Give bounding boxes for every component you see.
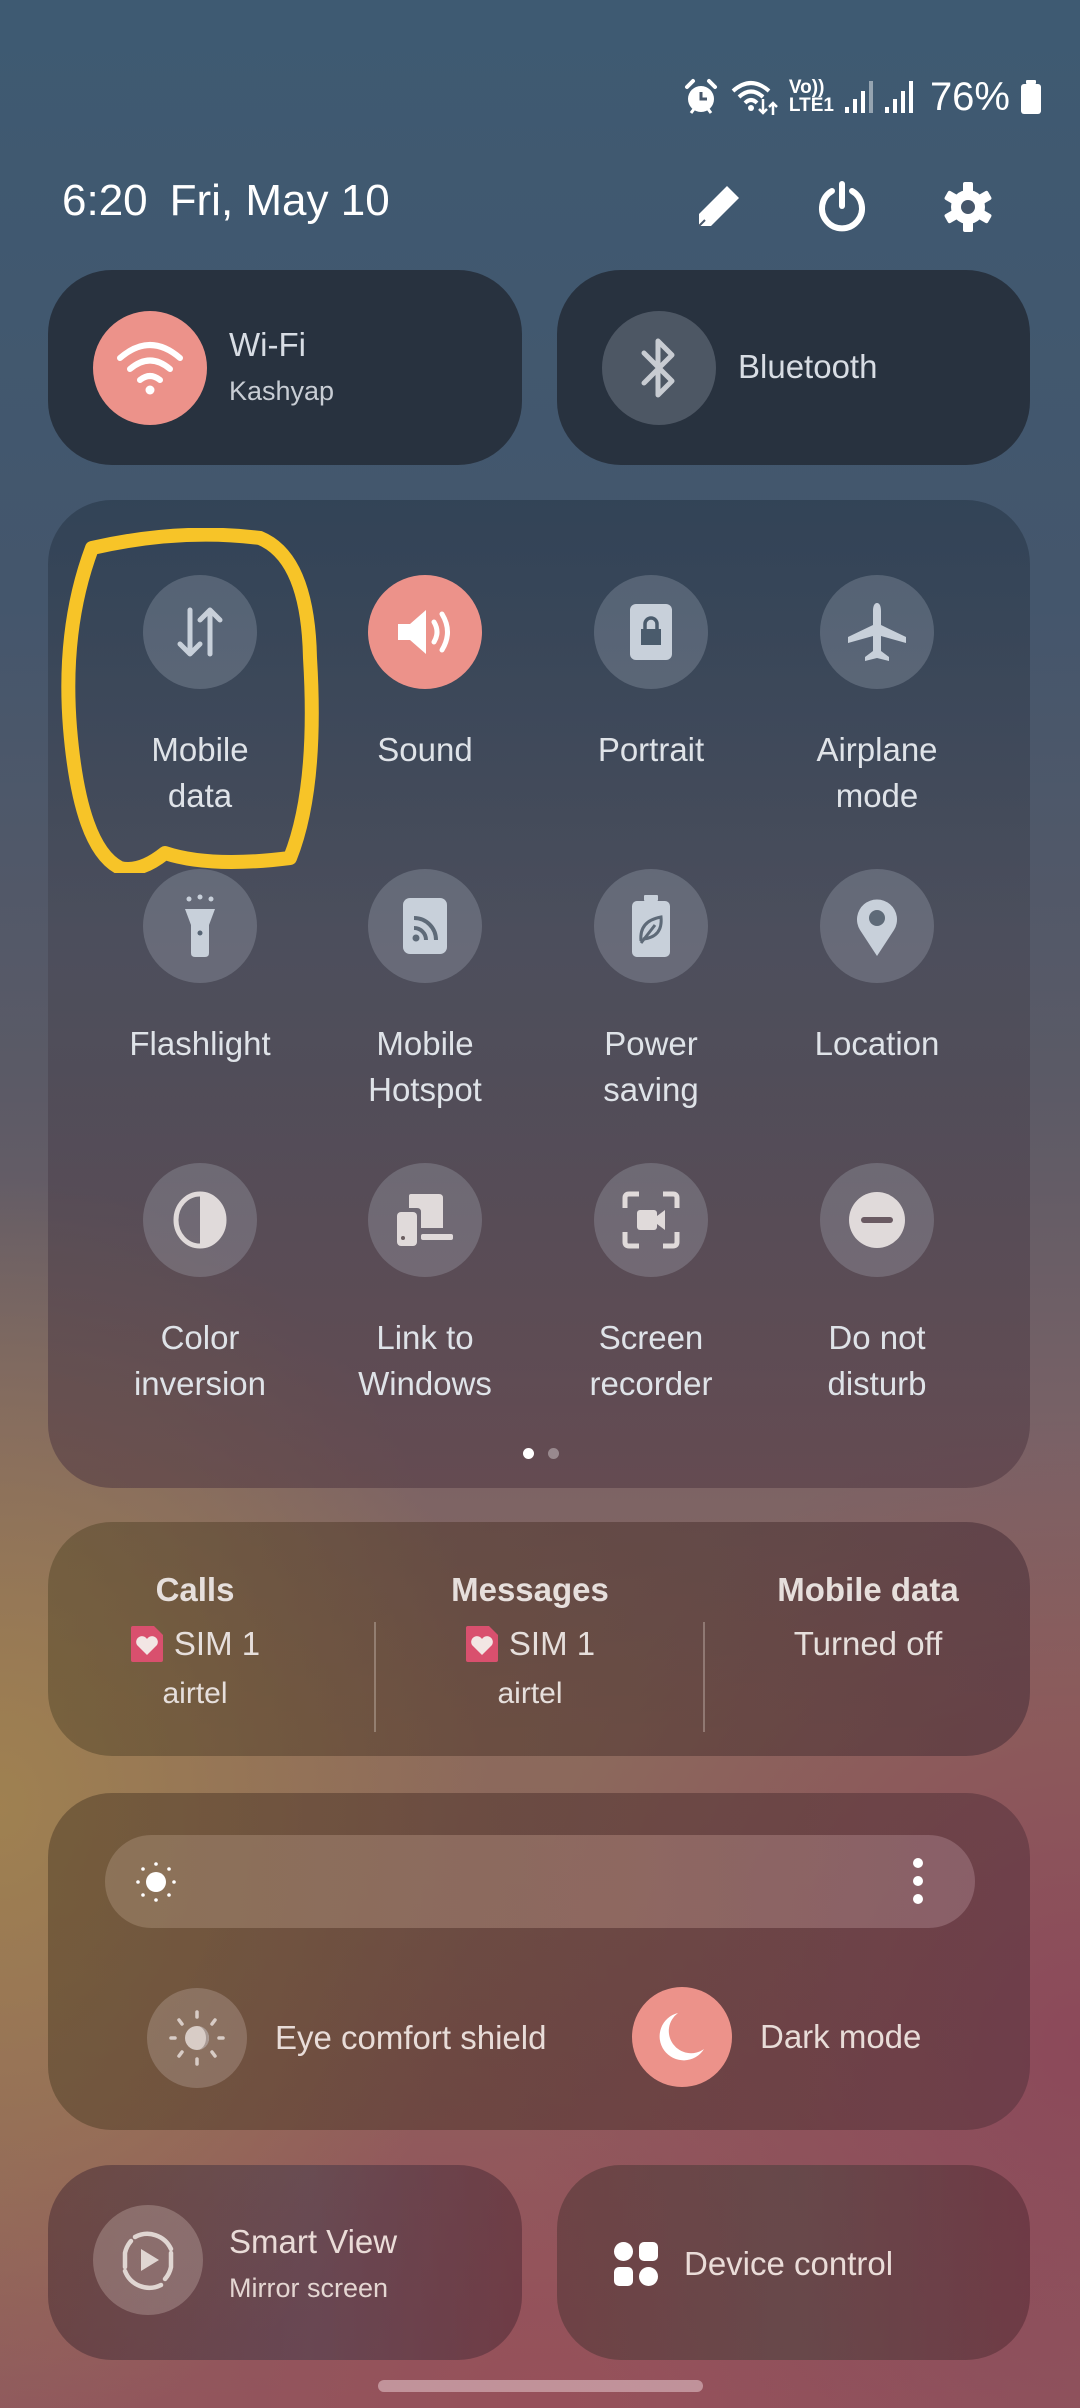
bluetooth-title: Bluetooth [738, 348, 878, 385]
annotation-highlight [61, 528, 319, 873]
hotspot-icon [403, 898, 447, 954]
edit-button[interactable] [688, 177, 748, 237]
sim-messages[interactable]: Messages SIM 1 airtel [380, 1570, 680, 1712]
signal-sim1-icon [844, 81, 873, 113]
sim-manager-card[interactable]: Calls SIM 1 airtel Messages SIM 1 airtel… [48, 1522, 1030, 1756]
wifi-icon [117, 342, 183, 395]
smart-view-card[interactable]: Smart View Mirror screen [48, 2165, 522, 2360]
wifi-icon [731, 81, 778, 115]
screen-recorder-icon [622, 1191, 680, 1249]
device-control-icon [614, 2242, 658, 2286]
header-datetime[interactable]: 6:20 Fri, May 10 [62, 176, 412, 226]
home-gesture-bar[interactable] [378, 2380, 703, 2392]
smart-view-subtitle: Mirror screen [229, 2273, 389, 2303]
smart-view-icon [122, 2231, 174, 2291]
airplane-icon [848, 603, 906, 661]
status-bar: Vo)) LTE1 76% [681, 72, 1042, 122]
sim-calls[interactable]: Calls SIM 1 airtel [45, 1570, 345, 1712]
page-dot-1[interactable] [523, 1448, 534, 1459]
smart-view-toggle[interactable] [93, 2205, 203, 2315]
eye-comfort-toggle[interactable] [147, 1988, 247, 2088]
tile-flashlight[interactable]: Flashlight [87, 869, 313, 1067]
tile-power-saving[interactable]: Power saving [538, 869, 764, 1113]
bluetooth-icon [641, 338, 675, 398]
pencil-icon [698, 186, 739, 227]
battery-percent: 76% [929, 74, 1010, 119]
sim-card-icon [465, 1626, 498, 1662]
bluetooth-toggle[interactable] [602, 311, 716, 425]
tile-airplane-mode[interactable]: Airplane mode [764, 575, 990, 819]
tile-sound[interactable]: Sound [312, 575, 538, 773]
divider [703, 1622, 705, 1732]
more-vertical-icon[interactable] [910, 1857, 926, 1905]
brightness-slider[interactable] [105, 1835, 975, 1928]
page-indicator [523, 1448, 559, 1459]
dark-mode-button[interactable]: Dark mode [632, 1987, 921, 2087]
gear-icon [944, 182, 992, 232]
device-control-card[interactable]: Device control [557, 2165, 1030, 2360]
portrait-lock-icon [630, 604, 672, 660]
power-icon [819, 181, 865, 232]
location-icon [857, 899, 897, 956]
sound-icon [398, 610, 450, 654]
portrait-toggle[interactable] [594, 575, 708, 689]
moon-icon [659, 2013, 704, 2061]
page-dot-2[interactable] [548, 1448, 559, 1459]
tile-location[interactable]: Location [764, 869, 990, 1067]
airplane-mode-toggle[interactable] [820, 575, 934, 689]
link-to-windows-icon [397, 1194, 453, 1246]
power-button[interactable] [812, 177, 872, 237]
link-to-windows-toggle[interactable] [368, 1163, 482, 1277]
volte-lte-icon: Vo)) LTE1 [788, 77, 834, 116]
date: Fri, May 10 [169, 176, 390, 225]
wifi-toggle[interactable] [93, 311, 207, 425]
tile-mobile-hotspot[interactable]: Mobile Hotspot [312, 869, 538, 1113]
wifi-network-name: Kashyap [229, 376, 335, 406]
divider [374, 1622, 376, 1732]
power-saving-toggle[interactable] [594, 869, 708, 983]
device-control-title: Device control [684, 2245, 894, 2282]
smart-view-title: Smart View [229, 2223, 398, 2260]
signal-sim2-icon [884, 81, 913, 113]
eye-comfort-shield-button[interactable]: Eye comfort shield [147, 1988, 546, 2088]
color-inversion-icon [173, 1191, 227, 1249]
bluetooth-card[interactable]: Bluetooth [557, 270, 1030, 465]
sun-icon [136, 1862, 176, 1902]
alarm-icon [684, 79, 717, 114]
mobile-hotspot-toggle[interactable] [368, 869, 482, 983]
battery-icon [1021, 80, 1041, 114]
tile-screen-recorder[interactable]: Screen recorder [538, 1163, 764, 1407]
wifi-card[interactable]: Wi-Fi Kashyap [48, 270, 522, 465]
dark-mode-toggle[interactable] [632, 1987, 732, 2087]
flashlight-toggle[interactable] [143, 869, 257, 983]
flashlight-icon [185, 894, 215, 957]
do-not-disturb-toggle[interactable] [820, 1163, 934, 1277]
settings-button[interactable] [938, 177, 998, 237]
sim-mobile-data[interactable]: Mobile data Turned off [718, 1570, 1018, 1664]
power-saving-icon [632, 895, 670, 957]
do-not-disturb-icon [849, 1192, 905, 1248]
sim-card-icon [130, 1626, 163, 1662]
tile-link-to-windows[interactable]: Link to Windows [312, 1163, 538, 1407]
screen-recorder-toggle[interactable] [594, 1163, 708, 1277]
sound-toggle[interactable] [368, 575, 482, 689]
wifi-title: Wi-Fi [229, 326, 306, 363]
eye-comfort-icon [169, 2010, 225, 2066]
tile-color-inversion[interactable]: Color inversion [87, 1163, 313, 1407]
tile-portrait[interactable]: Portrait [538, 575, 764, 773]
clock-time: 6:20 [62, 176, 148, 225]
color-inversion-toggle[interactable] [143, 1163, 257, 1277]
location-toggle[interactable] [820, 869, 934, 983]
tile-do-not-disturb[interactable]: Do not disturb [764, 1163, 990, 1407]
